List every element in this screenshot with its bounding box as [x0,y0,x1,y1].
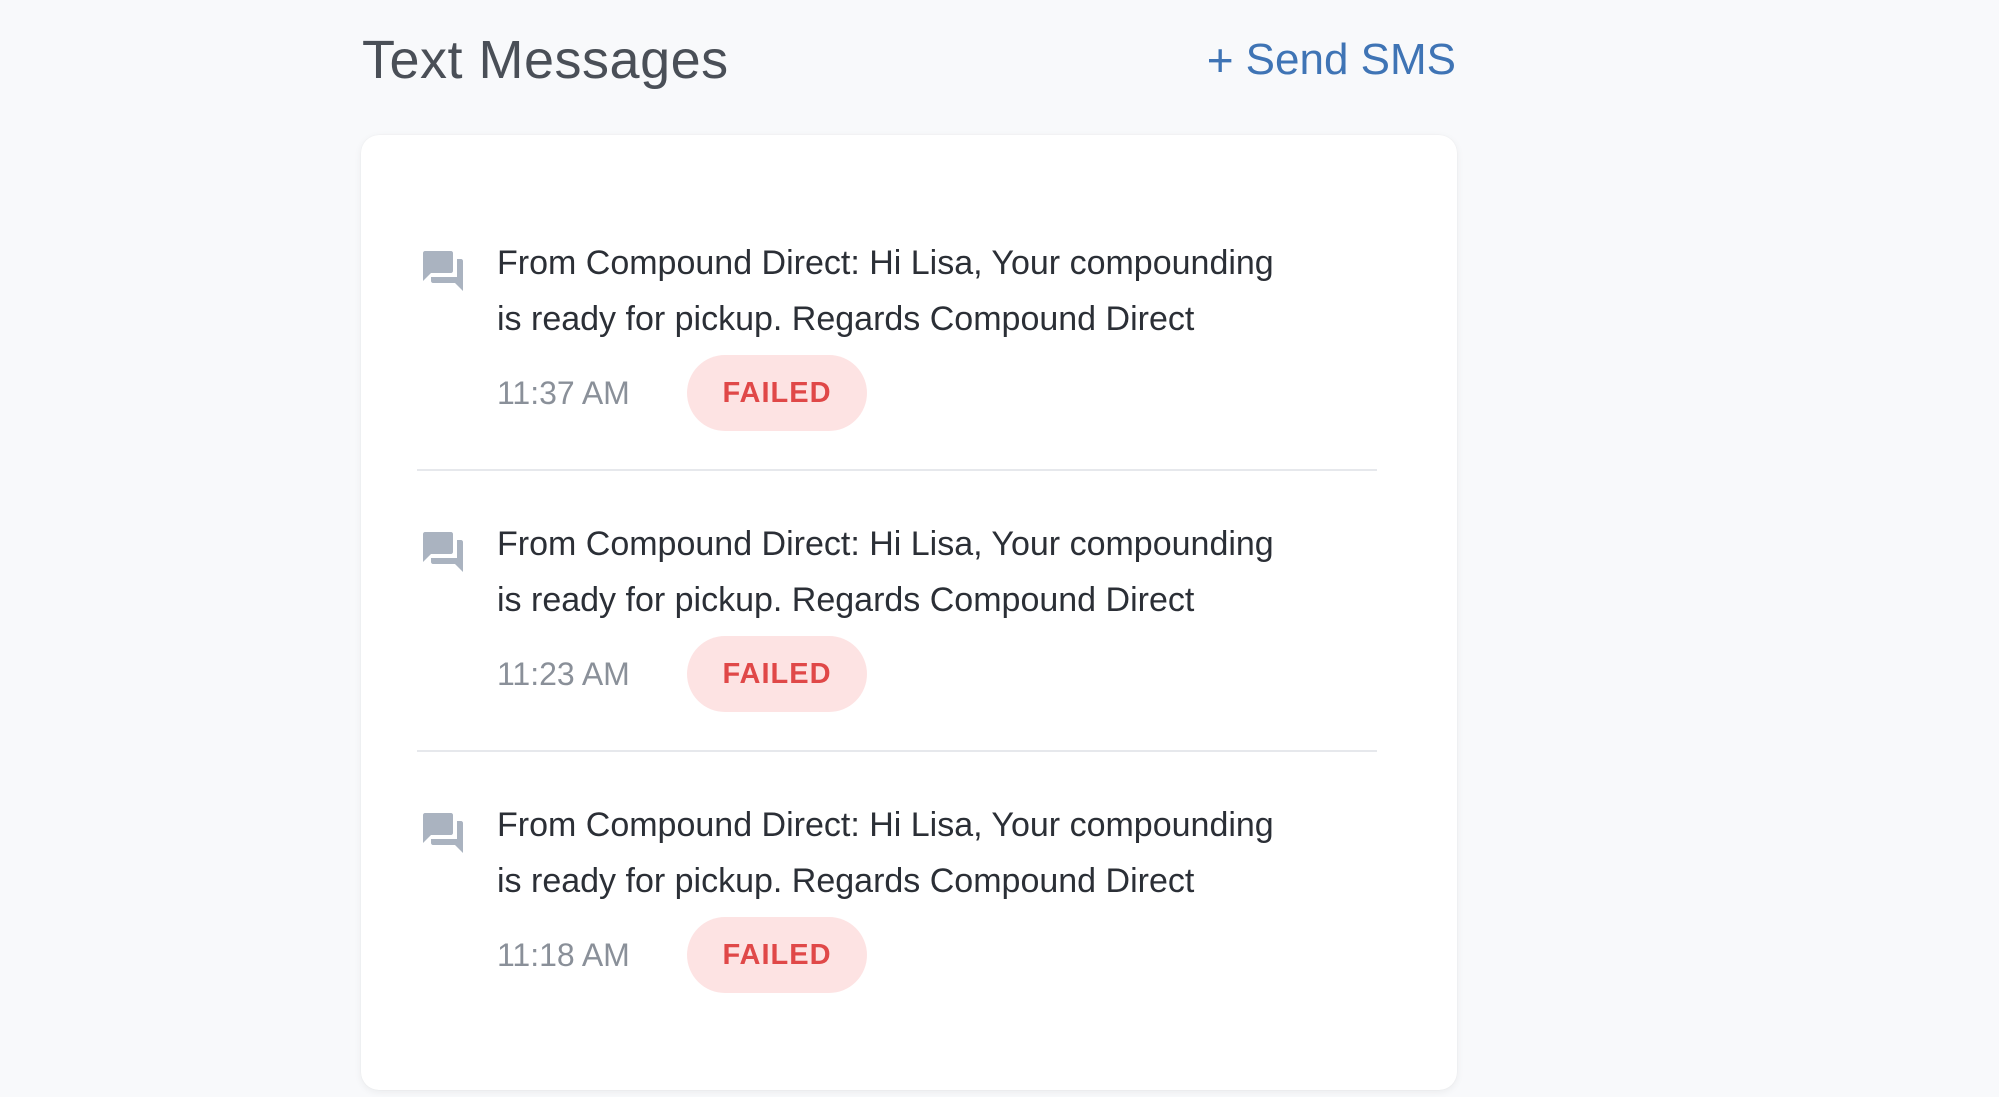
divider [417,750,1377,752]
chat-bubbles-icon [423,532,463,572]
chat-bubbles-icon [423,251,463,291]
message-time: 11:37 AM [497,374,630,411]
messages-card: From Compound Direct: Hi Lisa, Your comp… [361,135,1457,1090]
send-sms-button[interactable]: + Send SMS [1207,35,1456,85]
status-badge: FAILED [687,636,867,712]
message-meta: 11:23 AM FAILED [497,636,1377,712]
page-header: Text Messages + Send SMS [362,20,1456,100]
plus-icon: + [1206,34,1234,86]
message-text-line-1: From Compound Direct: Hi Lisa, Your comp… [497,806,1274,844]
message-time: 11:23 AM [497,655,630,692]
send-sms-label: Send SMS [1245,35,1456,84]
message-text-line-2: is ready for pickup. Regards Compound Di… [497,581,1195,619]
chat-bubbles-icon [423,813,463,853]
message-text-line-2: is ready for pickup. Regards Compound Di… [497,862,1195,900]
message-text-line-2: is ready for pickup. Regards Compound Di… [497,300,1195,338]
page-title: Text Messages [362,30,729,90]
status-badge: FAILED [687,917,867,993]
sms-page: Text Messages + Send SMS From Compound D… [0,0,1999,1097]
status-badge: FAILED [687,355,867,431]
message-text-line-1: From Compound Direct: Hi Lisa, Your comp… [497,525,1274,563]
divider [417,469,1377,471]
message-text-line-1: From Compound Direct: Hi Lisa, Your comp… [497,244,1274,282]
message-body: From Compound Direct: Hi Lisa, Your comp… [497,797,1377,993]
message-body: From Compound Direct: Hi Lisa, Your comp… [497,516,1377,712]
message-time: 11:18 AM [497,936,630,973]
message-meta: 11:37 AM FAILED [497,355,1377,431]
message-meta: 11:18 AM FAILED [497,917,1377,993]
message-body: From Compound Direct: Hi Lisa, Your comp… [497,235,1377,431]
